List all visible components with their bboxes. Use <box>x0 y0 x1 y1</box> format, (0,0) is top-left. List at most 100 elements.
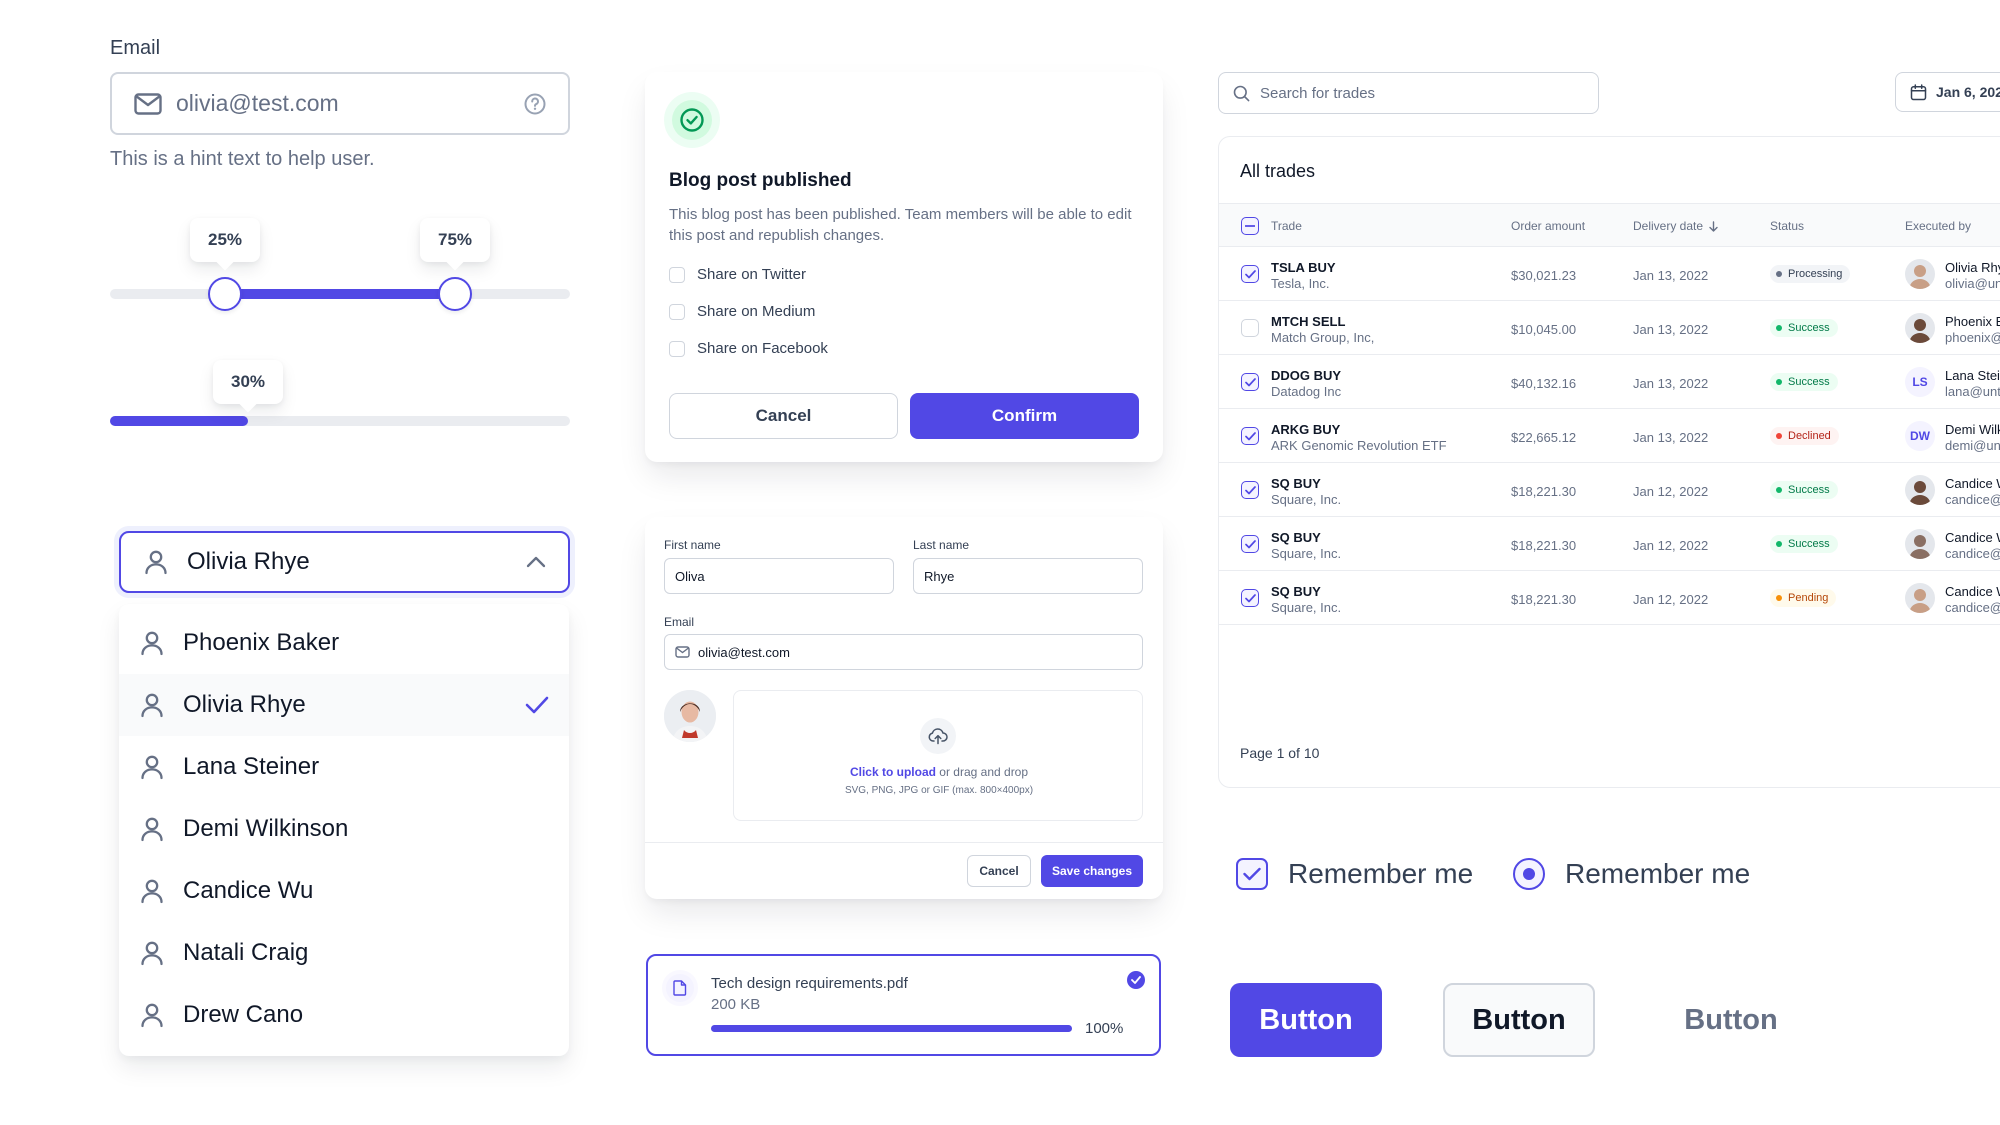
order-amount: $18,221.30 <box>1511 538 1577 553</box>
last-name-input[interactable]: Rhye <box>913 558 1143 594</box>
file-progress-fill <box>711 1025 1072 1032</box>
executor-email: demi@untitledui.com <box>1945 438 2000 453</box>
search-input[interactable]: Search for trades <box>1218 72 1599 114</box>
single-slider[interactable]: 30% <box>110 356 570 432</box>
help-circle-icon[interactable] <box>524 93 546 115</box>
table-row[interactable]: DDOG BUY Datadog Inc $40,132.16 Jan 13, 202… <box>1219 355 2000 409</box>
modal-confirm-button[interactable]: Confirm <box>910 393 1139 439</box>
table-row[interactable]: MTCH SELL Match Group, Inc, $10,045.00 Jan … <box>1219 301 2000 355</box>
primary-button[interactable]: Button <box>1230 983 1382 1057</box>
share-facebook-option[interactable]: Share on Facebook <box>669 340 828 357</box>
executor-email: olivia@untitledui.com <box>1945 276 2000 291</box>
menu-item[interactable]: Natali Craig <box>119 922 569 984</box>
range-high-thumb[interactable] <box>438 277 472 311</box>
remember-radio-option[interactable]: Remember me <box>1513 858 1750 890</box>
upload-dropzone[interactable]: Click to upload or drag and drop SVG, PN… <box>733 690 1143 821</box>
table-title: All trades <box>1240 161 1316 181</box>
modal-description: This blog post has been published. Team … <box>669 206 1132 244</box>
file-name: Tech design requirements.pdf <box>711 975 908 992</box>
share-twitter-checkbox[interactable] <box>669 266 685 283</box>
menu-item[interactable]: Candice Wu <box>119 860 569 922</box>
menu-item[interactable]: Phoenix Baker <box>119 612 569 674</box>
status-dot <box>1776 379 1782 385</box>
status-label: Success <box>1788 484 1830 496</box>
user-select[interactable]: Olivia Rhye <box>119 531 570 593</box>
executor-name: Lana Steiner <box>1945 368 2000 383</box>
column-header-executed[interactable]: Executed by <box>1905 219 1971 233</box>
row-checkbox[interactable] <box>1241 481 1259 499</box>
last-name-label: Last name <box>913 538 970 552</box>
remember-checkbox[interactable] <box>1236 858 1268 890</box>
menu-item-label: Demi Wilkinson <box>183 815 349 842</box>
chevron-up-icon[interactable] <box>526 556 546 568</box>
trade-company: Tesla, Inc. <box>1271 276 1330 291</box>
share-twitter-option[interactable]: Share on Twitter <box>669 266 806 283</box>
save-changes-button[interactable]: Save changes <box>1041 855 1143 887</box>
tertiary-button[interactable]: Button <box>1655 983 1807 1057</box>
delivery-date: Jan 13, 2022 <box>1633 430 1709 445</box>
secondary-button[interactable]: Button <box>1443 983 1595 1057</box>
order-amount: $10,045.00 <box>1511 322 1577 337</box>
row-checkbox[interactable] <box>1241 535 1259 553</box>
menu-item[interactable]: Demi Wilkinson <box>119 798 569 860</box>
search-placeholder: Search for trades <box>1260 84 1376 102</box>
remember-radio[interactable] <box>1513 858 1545 890</box>
range-slider[interactable]: 25% 75% <box>110 212 570 312</box>
delivery-date: Jan 12, 2022 <box>1633 538 1709 553</box>
select-all-checkbox[interactable] <box>1241 217 1259 235</box>
status-badge: Success <box>1770 373 1838 391</box>
trade-name: SQ BUY <box>1271 476 1321 491</box>
share-medium-label: Share on Medium <box>697 303 816 320</box>
email-input[interactable]: olivia@test.com <box>110 72 570 135</box>
column-header-amount[interactable]: Order amount <box>1511 219 1585 233</box>
single-slider-tooltip: 30% <box>213 360 283 404</box>
share-facebook-checkbox[interactable] <box>669 340 685 357</box>
menu-item[interactable]: Lana Steiner <box>119 736 569 798</box>
table-header: Trade Order amount Delivery date Status … <box>1219 203 2000 247</box>
row-checkbox[interactable] <box>1241 589 1259 607</box>
table-row[interactable]: SQ BUY Square, Inc. $18,221.30 Jan 12, 2022… <box>1219 517 2000 571</box>
modal-cancel-button[interactable]: Cancel <box>669 393 898 439</box>
share-medium-option[interactable]: Share on Medium <box>669 303 815 320</box>
modal-title: Blog post published <box>669 170 852 191</box>
form-cancel-button[interactable]: Cancel <box>967 855 1031 887</box>
menu-item[interactable]: Olivia Rhye <box>119 674 569 736</box>
trade-company: Match Group, Inc, <box>1271 330 1375 345</box>
range-slider-fill <box>225 289 455 299</box>
status-label: Success <box>1788 376 1830 388</box>
executor-name: Demi Wilkinson <box>1945 422 2000 437</box>
table-row[interactable]: ARKG BUY ARK Genomic Revolution ETF $22,66… <box>1219 409 2000 463</box>
trade-company: Square, Inc. <box>1271 546 1342 561</box>
menu-item-label: Phoenix Baker <box>183 629 340 656</box>
trade-name: SQ BUY <box>1271 530 1321 545</box>
status-label: Pending <box>1788 592 1829 604</box>
avatar <box>1905 583 1935 613</box>
avatar: LS <box>1905 367 1935 397</box>
user-icon <box>139 754 165 780</box>
executor-email: candice@untitledui.com <box>1945 600 2000 615</box>
row-checkbox[interactable] <box>1241 373 1259 391</box>
avatar <box>1905 313 1935 343</box>
remember-checkbox-option[interactable]: Remember me <box>1236 858 1473 890</box>
range-low-thumb[interactable] <box>208 277 242 311</box>
row-checkbox[interactable] <box>1241 427 1259 445</box>
email-hint: This is a hint text to help user. <box>110 148 375 170</box>
trade-name: DDOG BUY <box>1271 368 1342 383</box>
table-row[interactable]: TSLA BUY Tesla, Inc. $30,021.23 Jan 13, 202… <box>1219 247 2000 301</box>
table-row[interactable]: SQ BUY Square, Inc. $18,221.30 Jan 12, 2022… <box>1219 463 2000 517</box>
column-header-trade[interactable]: Trade <box>1271 219 1302 233</box>
menu-item[interactable]: Drew Cano <box>119 984 569 1046</box>
user-dropdown-menu: Phoenix Baker Olivia Rhye Lana Steiner Demi… <box>119 604 569 1056</box>
date-picker-button[interactable]: Jan 6, 2022 <box>1895 72 2000 112</box>
first-name-input[interactable]: Oliva <box>664 558 894 594</box>
click-to-upload-link[interactable]: Click to upload <box>850 765 936 779</box>
row-checkbox[interactable] <box>1241 265 1259 283</box>
form-email-input[interactable]: olivia@test.com <box>664 634 1143 670</box>
user-icon <box>139 878 165 904</box>
column-header-date[interactable]: Delivery date <box>1633 219 1718 233</box>
row-checkbox[interactable] <box>1241 319 1259 337</box>
share-medium-checkbox[interactable] <box>669 303 685 320</box>
first-name-label: First name <box>664 538 721 552</box>
column-header-status[interactable]: Status <box>1770 219 1804 233</box>
table-row[interactable]: SQ BUY Square, Inc. $18,221.30 Jan 12, 2022… <box>1219 571 2000 625</box>
